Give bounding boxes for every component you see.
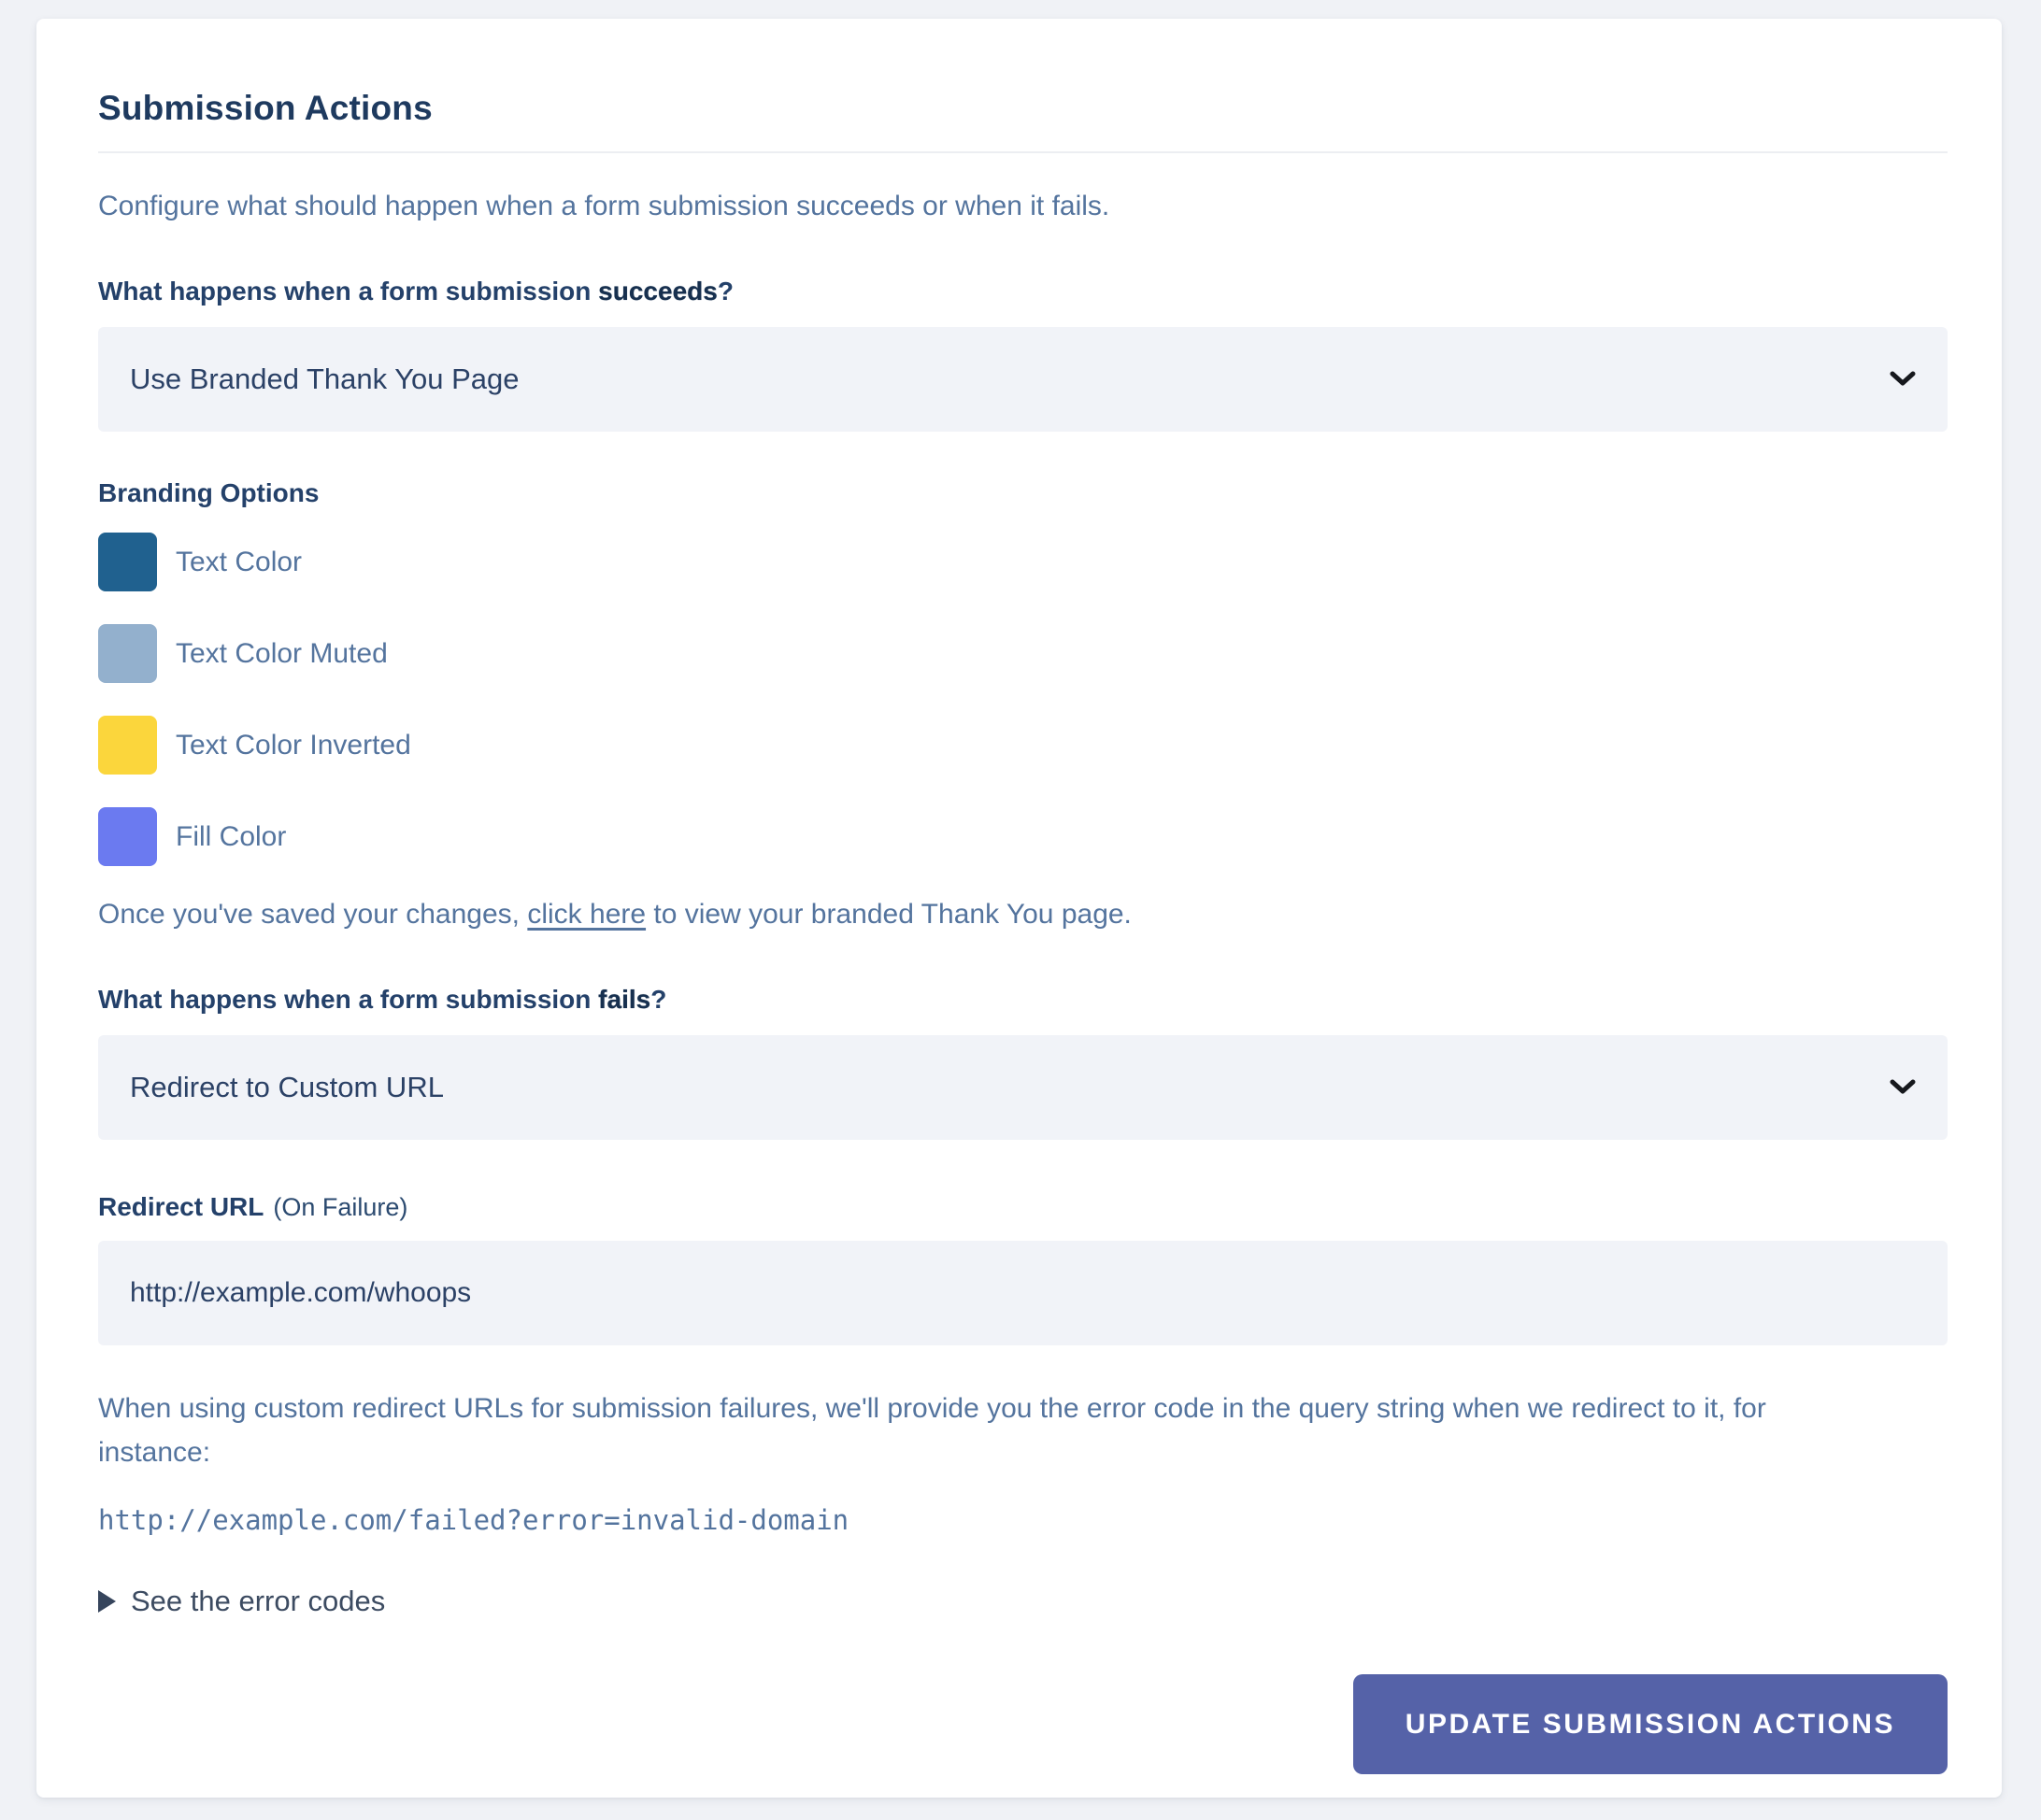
redirect-url-label: Redirect URL(On Failure) xyxy=(98,1192,1948,1222)
swatch-row-fill-color: Fill Color xyxy=(98,807,1948,866)
success-emphasis: succeeds xyxy=(598,277,718,306)
success-question-label: What happens when a form submission succ… xyxy=(98,277,1948,306)
redirect-url-input[interactable] xyxy=(98,1241,1948,1345)
chevron-down-icon xyxy=(1890,1079,1916,1096)
view-branded-page-link[interactable]: click here xyxy=(527,899,646,930)
see-error-codes-label: See the error codes xyxy=(131,1585,385,1618)
swatch-label: Text Color Muted xyxy=(176,638,388,670)
text-color-swatch[interactable] xyxy=(98,533,157,591)
triangle-right-icon xyxy=(98,1590,116,1613)
text-color-muted-swatch[interactable] xyxy=(98,624,157,683)
failure-question-label: What happens when a form submission fail… xyxy=(98,985,1948,1015)
chevron-down-icon xyxy=(1890,371,1916,388)
swatch-row-text-color-inverted: Text Color Inverted xyxy=(98,716,1948,775)
swatch-label: Text Color Inverted xyxy=(176,730,411,761)
success-action-selected-value: Use Branded Thank You Page xyxy=(130,363,520,396)
title-divider xyxy=(98,151,1948,153)
card-description: Configure what should happen when a form… xyxy=(98,191,1948,222)
failure-emphasis: fails xyxy=(598,985,650,1014)
swatch-row-text-color: Text Color xyxy=(98,533,1948,591)
failure-action-selected-value: Redirect to Custom URL xyxy=(130,1071,444,1104)
branding-swatch-list: Text Color Text Color Muted Text Color I… xyxy=(98,533,1948,866)
failure-action-select[interactable]: Redirect to Custom URL xyxy=(98,1035,1948,1140)
page-title: Submission Actions xyxy=(98,19,1948,131)
branded-page-note: Once you've saved your changes, click he… xyxy=(98,899,1948,931)
swatch-label: Fill Color xyxy=(176,821,286,853)
text-color-inverted-swatch[interactable] xyxy=(98,716,157,775)
swatch-label: Text Color xyxy=(176,547,302,578)
success-action-select[interactable]: Use Branded Thank You Page xyxy=(98,327,1948,432)
fill-color-swatch[interactable] xyxy=(98,807,157,866)
see-error-codes-toggle[interactable]: See the error codes xyxy=(98,1585,385,1618)
branding-options-label: Branding Options xyxy=(98,478,1948,508)
update-submission-actions-button[interactable]: UPDATE SUBMISSION ACTIONS xyxy=(1353,1674,1948,1774)
swatch-row-text-color-muted: Text Color Muted xyxy=(98,624,1948,683)
example-error-url: http://example.com/failed?error=invalid-… xyxy=(98,1504,1948,1536)
submission-actions-card: Submission Actions Configure what should… xyxy=(36,19,2002,1798)
button-row: UPDATE SUBMISSION ACTIONS xyxy=(98,1674,1948,1774)
failure-redirect-note: When using custom redirect URLs for subm… xyxy=(98,1386,1836,1474)
redirect-url-label-suffix: (On Failure) xyxy=(273,1193,407,1221)
